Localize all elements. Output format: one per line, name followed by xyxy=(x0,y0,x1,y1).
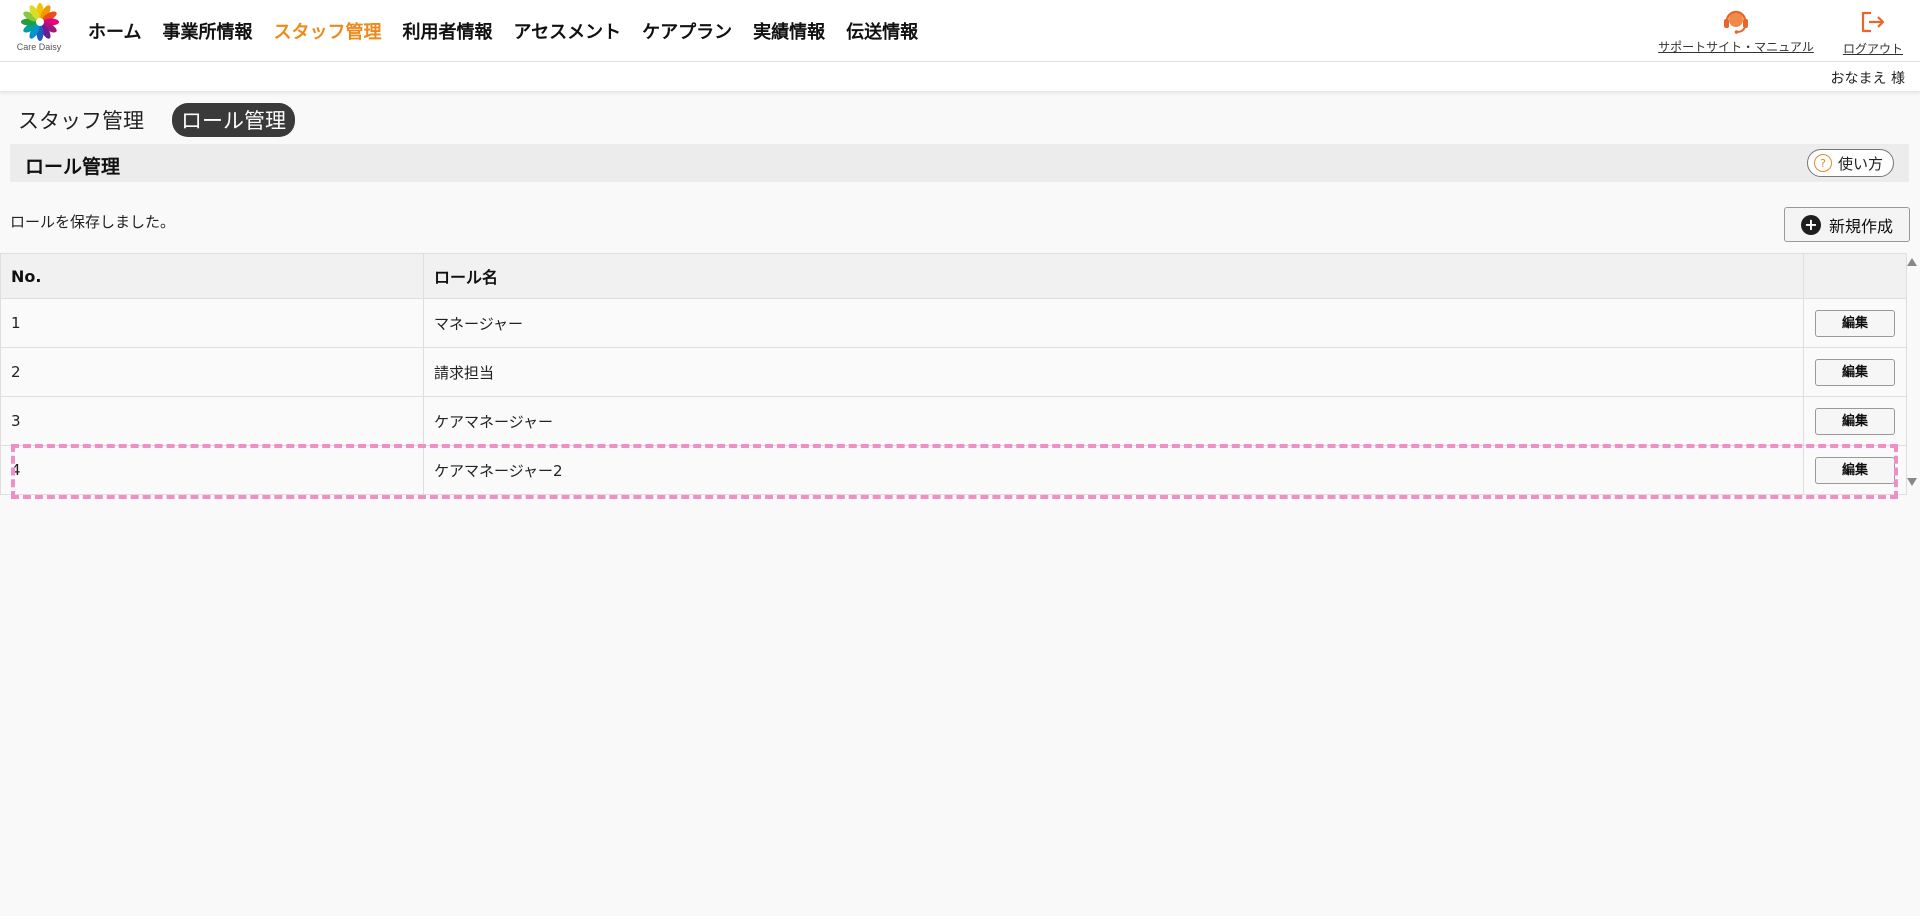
help-button[interactable]: ? 使い方 xyxy=(1806,149,1894,177)
table-row: 2 請求担当 編集 xyxy=(0,347,1907,397)
nav-home[interactable]: ホーム xyxy=(88,18,141,44)
logout-label: ログアウト xyxy=(1842,42,1903,56)
nav-performance-info[interactable]: 実績情報 xyxy=(753,18,825,44)
section-header: ロール管理 ? 使い方 xyxy=(10,144,1909,182)
table-row: 3 ケアマネージャー 編集 xyxy=(0,396,1907,446)
user-name: おなまえ 様 xyxy=(1830,71,1905,87)
user-bar: おなまえ 様 xyxy=(0,62,1920,92)
edit-button[interactable]: 編集 xyxy=(1815,456,1895,484)
column-header-no: No. xyxy=(0,253,424,299)
help-icon: ? xyxy=(1813,154,1832,172)
nav-office-info[interactable]: 事業所情報 xyxy=(162,18,252,44)
daisy-logo-icon xyxy=(21,3,59,41)
edit-button[interactable]: 編集 xyxy=(1815,407,1895,435)
headset-icon xyxy=(1724,10,1748,34)
cell-no: 3 xyxy=(0,396,424,446)
cell-actions: 編集 xyxy=(1803,347,1907,397)
support-link[interactable]: サポートサイト・マニュアル xyxy=(1656,6,1816,55)
plus-circle-icon: + xyxy=(1800,214,1821,235)
column-header-actions xyxy=(1803,253,1907,299)
scroll-down-arrow-icon[interactable] xyxy=(1907,478,1917,486)
create-new-label: 新規作成 xyxy=(1828,216,1893,236)
scroll-up-arrow-icon[interactable] xyxy=(1907,258,1917,266)
cell-role-name: 請求担当 xyxy=(423,347,1804,397)
cell-actions: 編集 xyxy=(1803,445,1907,495)
role-table: No. ロール名 1 マネージャー 編集 2 請求担当 編集 3 ケアマネージャ… xyxy=(0,253,1907,495)
create-new-button[interactable]: + 新規作成 xyxy=(1784,207,1910,242)
role-table-container: No. ロール名 1 マネージャー 編集 2 請求担当 編集 3 ケアマネージャ… xyxy=(0,253,1907,495)
help-label: 使い方 xyxy=(1837,154,1883,173)
edit-button[interactable]: 編集 xyxy=(1815,309,1895,337)
cell-actions: 編集 xyxy=(1803,396,1907,446)
column-header-role-name: ロール名 xyxy=(423,253,1804,299)
cell-role-name: ケアマネージャー xyxy=(423,396,1804,446)
status-message: ロールを保存しました。 xyxy=(10,213,176,231)
app-header: Care Daisy ホーム 事業所情報 スタッフ管理 利用者情報 アセスメント… xyxy=(0,0,1920,62)
breadcrumb-role-management[interactable]: ロール管理 xyxy=(172,103,295,137)
breadcrumb-staff-management[interactable]: スタッフ管理 xyxy=(18,105,144,135)
main-nav: ホーム 事業所情報 スタッフ管理 利用者情報 アセスメント ケアプラン 実績情報… xyxy=(88,18,939,44)
logo-text: Care Daisy xyxy=(16,42,62,52)
support-label: サポートサイト・マニュアル xyxy=(1658,40,1814,54)
table-row: 1 マネージャー 編集 xyxy=(0,298,1907,348)
cell-actions: 編集 xyxy=(1803,298,1907,348)
page-title: ロール管理 xyxy=(25,156,121,178)
cell-no: 4 xyxy=(0,445,424,495)
edit-button[interactable]: 編集 xyxy=(1815,358,1895,386)
nav-transmission-info[interactable]: 伝送情報 xyxy=(846,18,918,44)
table-row: 4 ケアマネージャー2 編集 xyxy=(0,445,1907,495)
logo[interactable]: Care Daisy xyxy=(12,2,68,58)
nav-care-plan[interactable]: ケアプラン xyxy=(642,18,732,44)
nav-assessment[interactable]: アセスメント xyxy=(513,18,621,44)
cell-no: 2 xyxy=(0,347,424,397)
breadcrumb: スタッフ管理 ロール管理 xyxy=(18,103,295,137)
cell-role-name: ケアマネージャー2 xyxy=(423,445,1804,495)
nav-staff-management[interactable]: スタッフ管理 xyxy=(273,18,381,44)
cell-no: 1 xyxy=(0,298,424,348)
nav-user-info[interactable]: 利用者情報 xyxy=(402,18,492,44)
table-header-row: No. ロール名 xyxy=(0,253,1907,299)
logout-button[interactable]: ログアウト xyxy=(1840,10,1906,57)
cell-role-name: マネージャー xyxy=(423,298,1804,348)
logout-icon xyxy=(1861,11,1885,33)
